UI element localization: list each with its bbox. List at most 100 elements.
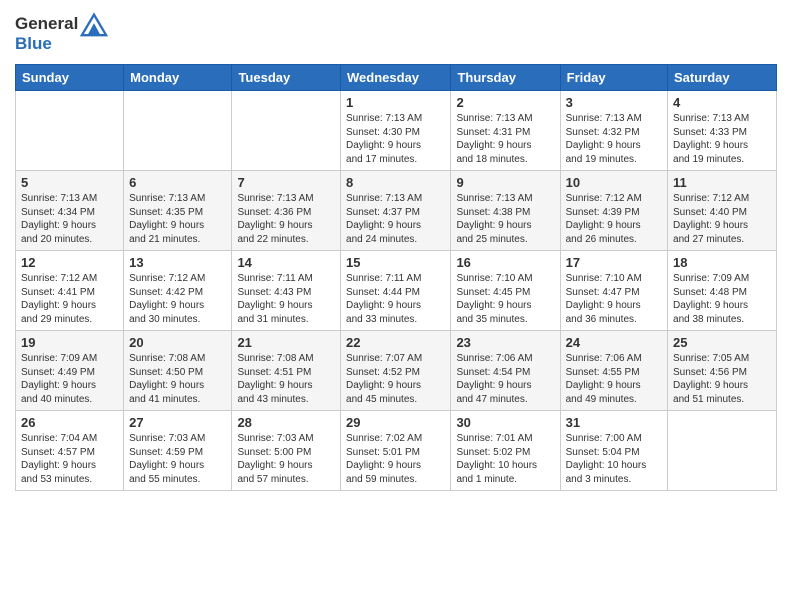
weekday-header-sunday: Sunday bbox=[16, 65, 124, 91]
calendar-cell: 24 Sunrise: 7:06 AM Sunset: 4:55 PM Dayli… bbox=[560, 331, 667, 411]
day-info: Sunrise: 7:13 AM Sunset: 4:31 PM Dayligh… bbox=[456, 112, 554, 166]
day-info: Sunrise: 7:10 AM Sunset: 4:47 PM Dayligh… bbox=[566, 272, 662, 326]
day-number: 15 bbox=[346, 255, 445, 270]
day-number: 24 bbox=[566, 335, 662, 350]
calendar-cell: 8 Sunrise: 7:13 AM Sunset: 4:37 PM Daylig… bbox=[341, 171, 451, 251]
day-number: 23 bbox=[456, 335, 554, 350]
calendar-cell: 14 Sunrise: 7:11 AM Sunset: 4:43 PM Dayli… bbox=[232, 251, 341, 331]
day-info: Sunrise: 7:03 AM Sunset: 4:59 PM Dayligh… bbox=[129, 432, 226, 486]
calendar-cell: 12 Sunrise: 7:12 AM Sunset: 4:41 PM Dayli… bbox=[16, 251, 124, 331]
calendar-cell: 29 Sunrise: 7:02 AM Sunset: 5:01 PM Dayli… bbox=[341, 411, 451, 491]
calendar-cell: 23Sunrise: 7:06 AM Sunset: 4:54 PM Dayli… bbox=[451, 331, 560, 411]
day-number: 29 bbox=[346, 415, 445, 430]
day-info: Sunrise: 7:02 AM Sunset: 5:01 PM Dayligh… bbox=[346, 432, 445, 486]
day-info: Sunrise: 7:09 AM Sunset: 4:48 PM Dayligh… bbox=[673, 272, 771, 326]
page-header: General Blue bbox=[15, 10, 777, 54]
calendar-cell: 1Sunrise: 7:13 AM Sunset: 4:30 PM Daylig… bbox=[341, 91, 451, 171]
day-number: 1 bbox=[346, 95, 445, 110]
day-number: 27 bbox=[129, 415, 226, 430]
logo-icon bbox=[80, 10, 108, 38]
calendar-cell: 21 Sunrise: 7:08 AM Sunset: 4:51 PM Dayli… bbox=[232, 331, 341, 411]
day-number: 18 bbox=[673, 255, 771, 270]
day-number: 2 bbox=[456, 95, 554, 110]
day-number: 26 bbox=[21, 415, 118, 430]
weekday-header-wednesday: Wednesday bbox=[341, 65, 451, 91]
weekday-header-thursday: Thursday bbox=[451, 65, 560, 91]
day-info: Sunrise: 7:01 AM Sunset: 5:02 PM Dayligh… bbox=[456, 432, 554, 486]
calendar-cell: 31Sunrise: 7:00 AM Sunset: 5:04 PM Dayli… bbox=[560, 411, 667, 491]
day-number: 19 bbox=[21, 335, 118, 350]
day-number: 5 bbox=[21, 175, 118, 190]
calendar-cell: 19 Sunrise: 7:09 AM Sunset: 4:49 PM Dayli… bbox=[16, 331, 124, 411]
calendar-cell: 7 Sunrise: 7:13 AM Sunset: 4:36 PM Daylig… bbox=[232, 171, 341, 251]
calendar-cell: 25Sunrise: 7:05 AM Sunset: 4:56 PM Dayli… bbox=[668, 331, 777, 411]
calendar-cell: 28 Sunrise: 7:03 AM Sunset: 5:00 PM Dayli… bbox=[232, 411, 341, 491]
day-info: Sunrise: 7:13 AM Sunset: 4:33 PM Dayligh… bbox=[673, 112, 771, 166]
weekday-header-monday: Monday bbox=[124, 65, 232, 91]
day-number: 3 bbox=[566, 95, 662, 110]
day-number: 12 bbox=[21, 255, 118, 270]
day-number: 6 bbox=[129, 175, 226, 190]
day-number: 4 bbox=[673, 95, 771, 110]
day-number: 10 bbox=[566, 175, 662, 190]
weekday-header-friday: Friday bbox=[560, 65, 667, 91]
day-number: 8 bbox=[346, 175, 445, 190]
day-number: 9 bbox=[456, 175, 554, 190]
day-info: Sunrise: 7:07 AM Sunset: 4:52 PM Dayligh… bbox=[346, 352, 445, 406]
day-info: Sunrise: 7:11 AM Sunset: 4:44 PM Dayligh… bbox=[346, 272, 445, 326]
calendar-cell: 3 Sunrise: 7:13 AM Sunset: 4:32 PM Daylig… bbox=[560, 91, 667, 171]
day-info: Sunrise: 7:03 AM Sunset: 5:00 PM Dayligh… bbox=[237, 432, 335, 486]
day-number: 11 bbox=[673, 175, 771, 190]
day-info: Sunrise: 7:04 AM Sunset: 4:57 PM Dayligh… bbox=[21, 432, 118, 486]
day-info: Sunrise: 7:12 AM Sunset: 4:41 PM Dayligh… bbox=[21, 272, 118, 326]
day-number: 28 bbox=[237, 415, 335, 430]
day-number: 21 bbox=[237, 335, 335, 350]
calendar-cell: 4 Sunrise: 7:13 AM Sunset: 4:33 PM Daylig… bbox=[668, 91, 777, 171]
day-info: Sunrise: 7:12 AM Sunset: 4:42 PM Dayligh… bbox=[129, 272, 226, 326]
calendar-week-row: 19 Sunrise: 7:09 AM Sunset: 4:49 PM Dayli… bbox=[16, 331, 777, 411]
calendar-cell: 26 Sunrise: 7:04 AM Sunset: 4:57 PM Dayli… bbox=[16, 411, 124, 491]
calendar-table: SundayMondayTuesdayWednesdayThursdayFrid… bbox=[15, 64, 777, 491]
calendar-cell bbox=[668, 411, 777, 491]
calendar-header-row: SundayMondayTuesdayWednesdayThursdayFrid… bbox=[16, 65, 777, 91]
day-number: 17 bbox=[566, 255, 662, 270]
day-info: Sunrise: 7:13 AM Sunset: 4:38 PM Dayligh… bbox=[456, 192, 554, 246]
day-info: Sunrise: 7:13 AM Sunset: 4:32 PM Dayligh… bbox=[566, 112, 662, 166]
calendar-cell: 18 Sunrise: 7:09 AM Sunset: 4:48 PM Dayli… bbox=[668, 251, 777, 331]
day-info: Sunrise: 7:08 AM Sunset: 4:50 PM Dayligh… bbox=[129, 352, 226, 406]
calendar-week-row: 1Sunrise: 7:13 AM Sunset: 4:30 PM Daylig… bbox=[16, 91, 777, 171]
day-info: Sunrise: 7:10 AM Sunset: 4:45 PM Dayligh… bbox=[456, 272, 554, 326]
day-info: Sunrise: 7:13 AM Sunset: 4:35 PM Dayligh… bbox=[129, 192, 226, 246]
day-info: Sunrise: 7:09 AM Sunset: 4:49 PM Dayligh… bbox=[21, 352, 118, 406]
logo-general-text: General bbox=[15, 14, 78, 34]
day-number: 7 bbox=[237, 175, 335, 190]
calendar-week-row: 12 Sunrise: 7:12 AM Sunset: 4:41 PM Dayli… bbox=[16, 251, 777, 331]
calendar-cell: 22Sunrise: 7:07 AM Sunset: 4:52 PM Dayli… bbox=[341, 331, 451, 411]
day-info: Sunrise: 7:08 AM Sunset: 4:51 PM Dayligh… bbox=[237, 352, 335, 406]
calendar-cell: 6 Sunrise: 7:13 AM Sunset: 4:35 PM Daylig… bbox=[124, 171, 232, 251]
calendar-cell: 15 Sunrise: 7:11 AM Sunset: 4:44 PM Dayli… bbox=[341, 251, 451, 331]
weekday-header-saturday: Saturday bbox=[668, 65, 777, 91]
calendar-cell bbox=[16, 91, 124, 171]
calendar-cell: 27 Sunrise: 7:03 AM Sunset: 4:59 PM Dayli… bbox=[124, 411, 232, 491]
day-number: 14 bbox=[237, 255, 335, 270]
weekday-header-tuesday: Tuesday bbox=[232, 65, 341, 91]
day-info: Sunrise: 7:11 AM Sunset: 4:43 PM Dayligh… bbox=[237, 272, 335, 326]
calendar-week-row: 26 Sunrise: 7:04 AM Sunset: 4:57 PM Dayli… bbox=[16, 411, 777, 491]
day-number: 13 bbox=[129, 255, 226, 270]
calendar-cell: 17 Sunrise: 7:10 AM Sunset: 4:47 PM Dayli… bbox=[560, 251, 667, 331]
day-info: Sunrise: 7:13 AM Sunset: 4:36 PM Dayligh… bbox=[237, 192, 335, 246]
calendar-cell: 16Sunrise: 7:10 AM Sunset: 4:45 PM Dayli… bbox=[451, 251, 560, 331]
calendar-cell: 10Sunrise: 7:12 AM Sunset: 4:39 PM Dayli… bbox=[560, 171, 667, 251]
day-number: 20 bbox=[129, 335, 226, 350]
calendar-cell: 13 Sunrise: 7:12 AM Sunset: 4:42 PM Dayli… bbox=[124, 251, 232, 331]
calendar-cell bbox=[232, 91, 341, 171]
day-info: Sunrise: 7:12 AM Sunset: 4:40 PM Dayligh… bbox=[673, 192, 771, 246]
calendar-cell bbox=[124, 91, 232, 171]
calendar-cell: 5 Sunrise: 7:13 AM Sunset: 4:34 PM Daylig… bbox=[16, 171, 124, 251]
day-info: Sunrise: 7:06 AM Sunset: 4:55 PM Dayligh… bbox=[566, 352, 662, 406]
calendar-cell: 30Sunrise: 7:01 AM Sunset: 5:02 PM Dayli… bbox=[451, 411, 560, 491]
calendar-cell: 11 Sunrise: 7:12 AM Sunset: 4:40 PM Dayli… bbox=[668, 171, 777, 251]
day-info: Sunrise: 7:13 AM Sunset: 4:37 PM Dayligh… bbox=[346, 192, 445, 246]
day-info: Sunrise: 7:13 AM Sunset: 4:34 PM Dayligh… bbox=[21, 192, 118, 246]
